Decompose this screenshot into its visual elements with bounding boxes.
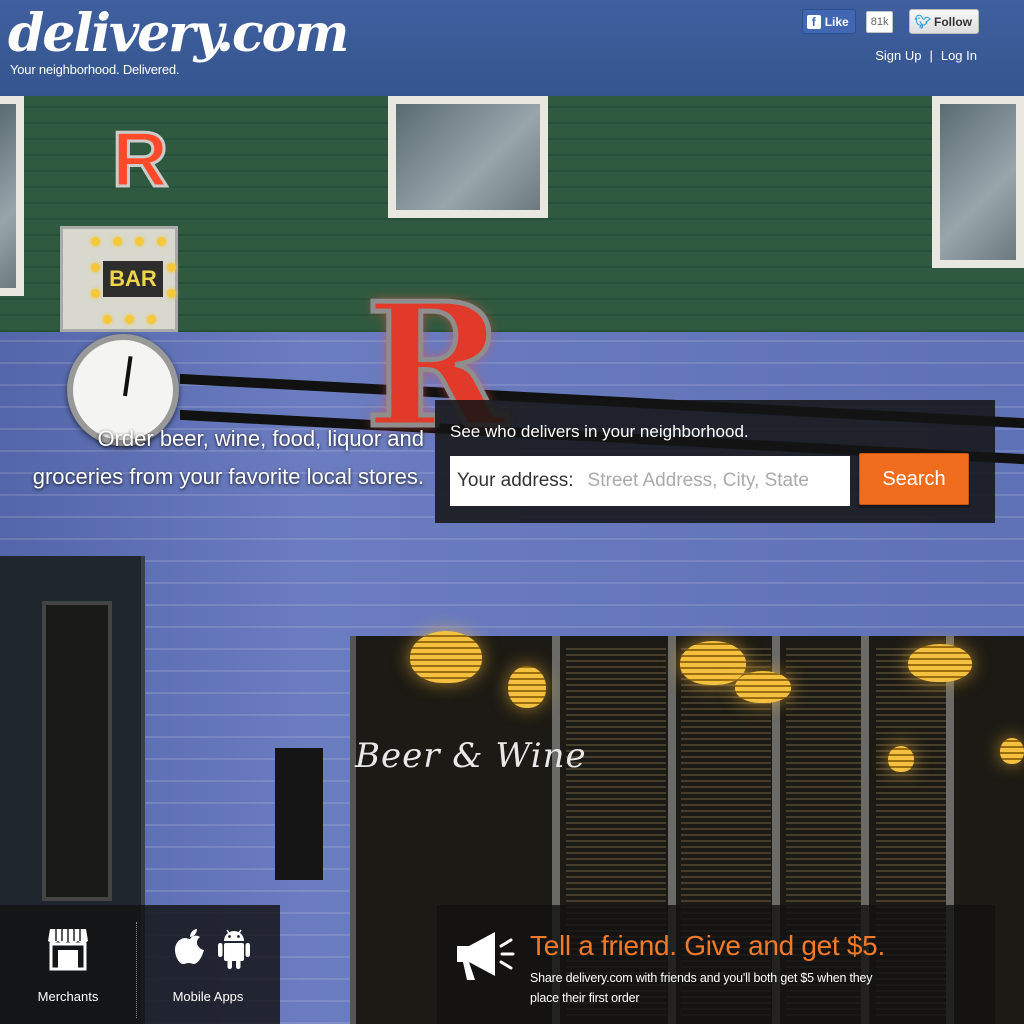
storefront-icon [48,929,88,971]
sign-bulb [91,263,100,272]
sign-bulb [167,289,176,298]
search-hint: See who delivers in your neighborhood. [450,422,749,441]
upper-window [388,96,548,218]
sign-bulb [147,315,156,324]
android-icon [218,929,250,969]
search-button[interactable]: Search [859,453,969,505]
megaphone-icon [457,932,515,980]
hero-tagline: Order beer, wine, food, liquor and groce… [32,426,424,489]
sign-bulb [103,315,112,324]
sign-bulb [157,237,166,246]
mobile-apps-label: Mobile Apps [172,989,244,1004]
beer-wine-window-sign: Beer & Wine [355,736,587,776]
twitter-bird-icon: 🐦︎ [914,13,931,29]
hanging-lamp [680,641,746,685]
site-header: delivery.com Your neighborhood. Delivere… [0,0,1024,96]
mobile-apps-link[interactable]: Mobile Apps [140,905,276,1024]
upper-window [0,96,24,296]
clock-hand [123,356,133,397]
auth-links: Sign Up | Log In [875,48,977,63]
address-label: Your address: [457,470,574,491]
sign-bulb [113,237,122,246]
facebook-icon: f [806,14,821,29]
footer-divider [136,922,137,1018]
apple-icon [175,929,204,964]
facebook-like-button[interactable]: f Like [801,9,856,34]
hanging-lamp [508,666,546,708]
sign-bulb [167,263,176,272]
log-in-link[interactable]: Log In [941,48,977,63]
facebook-like-count: 81k [865,10,894,33]
address-search-panel: See who delivers in your neighborhood. Y… [435,400,995,523]
social-buttons: f Like 81k 🐦︎ Follow [801,9,979,34]
hanging-lamp [410,631,482,683]
twitter-follow-button[interactable]: 🐦︎ Follow [909,9,979,34]
bar-sign-text: BAR [103,261,163,297]
upper-window [932,96,1024,268]
left-window [42,601,112,901]
hanging-lamp [1000,738,1024,764]
sign-bulb [125,315,134,324]
hero-background-photo: Beer & Wine R R BAR [0,96,1024,1024]
sign-bulb [91,237,100,246]
logo-tagline: Your neighborhood. Delivered. [10,62,180,77]
logo-wordmark[interactable]: delivery.com [8,6,349,62]
address-input[interactable] [587,470,838,492]
site-logo[interactable]: delivery.com Your neighborhood. Delivere… [8,6,349,78]
sign-up-link[interactable]: Sign Up [875,48,921,63]
address-field[interactable]: Your address: [450,456,850,506]
hanging-lamp [888,746,914,772]
facebook-like-label: Like [824,14,849,29]
wall-vent [275,748,323,880]
auth-separator: | [929,48,933,63]
merchants-link[interactable]: Merchants [0,905,136,1024]
sign-bulb [135,237,144,246]
twitter-follow-label: Follow [934,14,972,29]
bar-sign: BAR [60,226,178,332]
neon-sign-letter: R [110,115,169,203]
referral-promo-text: Share delivery.com with friends and you'… [530,971,873,1005]
referral-promo-title[interactable]: Tell a friend. Give and get $5. [530,930,885,962]
sign-bulb [91,289,100,298]
merchants-label: Merchants [37,989,99,1004]
hanging-lamp [908,644,972,682]
hanging-lamp [735,671,791,703]
